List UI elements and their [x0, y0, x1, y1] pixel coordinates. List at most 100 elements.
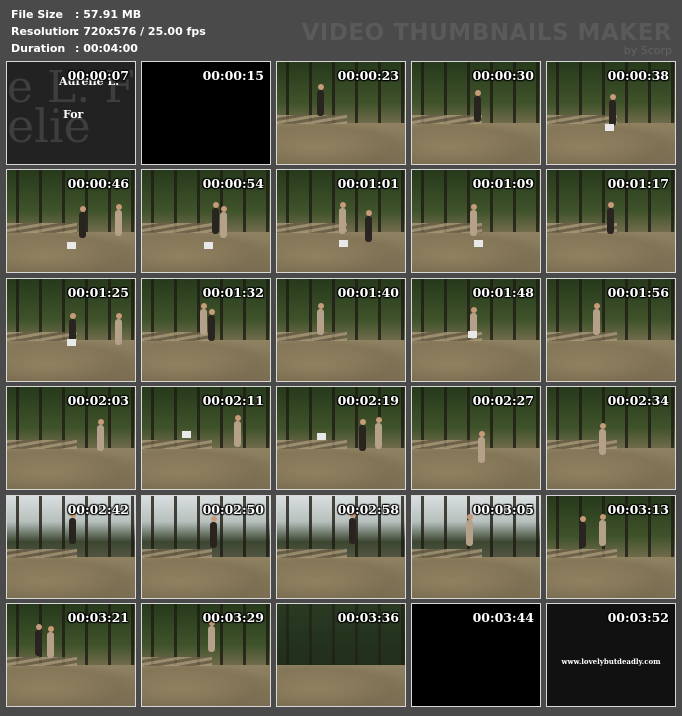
white-box: [182, 431, 191, 439]
thumbnail-22[interactable]: 00:02:50: [141, 494, 271, 599]
thumbnail-6[interactable]: 00:00:46: [6, 169, 136, 274]
thumbnail-2[interactable]: 00:00:15: [141, 61, 271, 165]
thumbnail-18[interactable]: 00:02:19: [276, 386, 406, 491]
person: [349, 511, 356, 544]
thumbnail-26[interactable]: 00:03:21: [6, 602, 136, 707]
white-box: [317, 433, 326, 441]
log-pile: [277, 331, 348, 341]
person: [200, 302, 207, 335]
resolution-row: Resolution : 720x576 / 25.00 fps: [11, 23, 206, 40]
log-pile: [142, 440, 213, 450]
timestamp-label: 00:02:19: [337, 393, 399, 409]
log-pile: [547, 331, 618, 341]
timestamp-label: 00:03:52: [607, 609, 669, 625]
ground: [277, 665, 405, 706]
log-pile: [7, 548, 78, 558]
person: [599, 513, 606, 546]
person: [359, 419, 366, 452]
thumbnail-17[interactable]: 00:02:11: [141, 386, 271, 491]
thumbnail-25[interactable]: 00:03:13: [546, 494, 676, 599]
file-info-panel: File Size : 57.91 MB Resolution : 720x57…: [11, 6, 206, 57]
log-pile: [412, 115, 483, 125]
ground: [142, 448, 270, 490]
file-size-row: File Size : 57.91 MB: [11, 6, 206, 23]
person: [474, 90, 481, 122]
person: [579, 515, 586, 548]
end-card-url: www.lovelybutdeadly.com: [561, 656, 661, 666]
timestamp-label: 00:02:50: [202, 501, 264, 517]
ground: [142, 231, 270, 273]
thumbnail-3[interactable]: 00:00:23: [276, 61, 406, 165]
ground: [277, 339, 405, 381]
person: [478, 431, 485, 464]
log-pile: [277, 223, 348, 233]
log-pile: [547, 115, 618, 125]
person: [208, 619, 215, 652]
thumbnail-24[interactable]: 00:03:05: [411, 494, 541, 599]
person: [607, 202, 614, 235]
thumbnail-23[interactable]: 00:02:58: [276, 494, 406, 599]
timestamp-label: 00:02:11: [202, 393, 264, 409]
ground: [412, 123, 540, 164]
thumbnail-10[interactable]: 00:01:17: [546, 169, 676, 274]
thumbnail-28[interactable]: 00:03:36: [276, 602, 406, 707]
timestamp-label: 00:01:40: [337, 284, 399, 300]
thumbnail-21[interactable]: 00:02:42: [6, 494, 136, 599]
timestamp-label: 00:01:09: [472, 176, 534, 192]
person: [35, 623, 42, 656]
person: [317, 302, 324, 335]
white-box: [605, 124, 614, 131]
log-pile: [142, 656, 213, 667]
duration-label: Duration: [11, 42, 66, 55]
thumbnail-5[interactable]: 00:00:38: [546, 61, 676, 165]
person: [375, 417, 382, 450]
thumbnail-11[interactable]: 00:01:25: [6, 277, 136, 382]
thumbnail-9[interactable]: 00:01:09: [411, 169, 541, 274]
log-pile: [547, 548, 618, 558]
ground: [547, 556, 675, 598]
white-box: [474, 240, 483, 248]
ground: [277, 123, 405, 164]
log-pile: [7, 223, 78, 233]
person: [210, 515, 217, 548]
timestamp-label: 00:02:34: [607, 393, 669, 409]
person: [220, 206, 227, 239]
timestamp-label: 00:00:54: [202, 176, 264, 192]
timestamp-label: 00:02:42: [67, 501, 129, 517]
timestamp-label: 00:03:05: [472, 501, 534, 517]
timestamp-label: 00:00:30: [472, 68, 534, 83]
timestamp-label: 00:02:58: [337, 501, 399, 517]
thumbnail-20[interactable]: 00:02:34: [546, 386, 676, 491]
thumbnail-19[interactable]: 00:02:27: [411, 386, 541, 491]
ground: [7, 556, 135, 598]
ground: [7, 665, 135, 706]
timestamp-label: 00:03:29: [202, 609, 264, 625]
thumbnail-15[interactable]: 00:01:56: [546, 277, 676, 382]
thumbnail-7[interactable]: 00:00:54: [141, 169, 271, 274]
ground: [412, 556, 540, 598]
thumbnail-12[interactable]: 00:01:32: [141, 277, 271, 382]
timestamp-label: 00:01:48: [472, 284, 534, 300]
thumbnail-30[interactable]: www.lovelybutdeadly.com 00:03:52: [546, 602, 676, 707]
ground: [547, 339, 675, 381]
thumbnail-16[interactable]: 00:02:03: [6, 386, 136, 491]
thumbnail-27[interactable]: 00:03:29: [141, 602, 271, 707]
thumbnail-29[interactable]: 00:03:44: [411, 602, 541, 707]
log-pile: [7, 656, 78, 667]
ground: [547, 231, 675, 273]
thumbnail-4[interactable]: 00:00:30: [411, 61, 541, 165]
thumbnail-8[interactable]: 00:01:01: [276, 169, 406, 274]
thumbnail-14[interactable]: 00:01:48: [411, 277, 541, 382]
person: [115, 312, 122, 345]
timestamp-label: 00:03:21: [67, 609, 129, 625]
file-size-value: : 57.91 MB: [75, 8, 142, 21]
timestamp-label: 00:00:46: [67, 176, 129, 192]
timestamp-label: 00:00:23: [337, 68, 399, 83]
thumbnail-13[interactable]: 00:01:40: [276, 277, 406, 382]
person: [97, 419, 104, 452]
thumbnail-1[interactable]: e L. Felie Aurelie L. For 00:00:07: [6, 61, 136, 165]
timestamp-label: 00:01:56: [607, 284, 669, 300]
timestamp-label: 00:02:03: [67, 393, 129, 409]
file-size-label: File Size: [11, 8, 63, 21]
person: [69, 511, 76, 544]
